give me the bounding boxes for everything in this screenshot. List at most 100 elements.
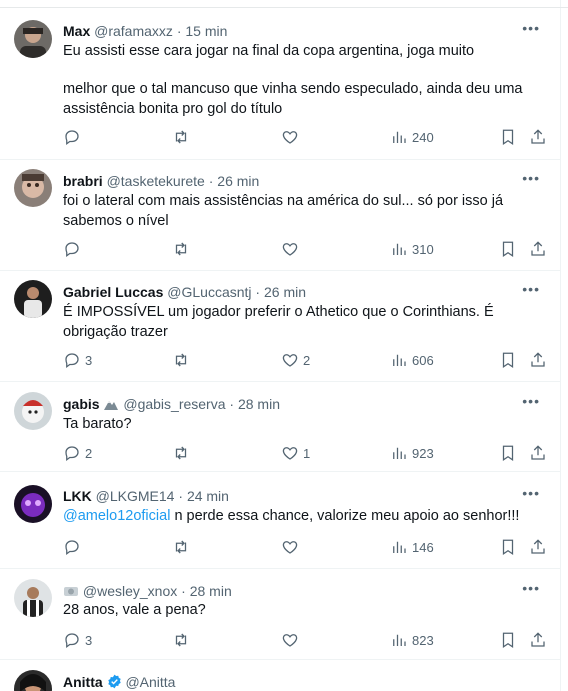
tweet[interactable]: gabis @gabis_reserva · 28 min ••• Ta bar… <box>0 382 560 472</box>
user-handle[interactable]: @GLuccasntj <box>167 284 251 300</box>
reply-button[interactable]: 2 <box>63 443 92 463</box>
display-name[interactable]: Max <box>63 23 90 39</box>
display-name[interactable]: LKK <box>63 488 92 504</box>
tweet-text: Ta barato? <box>63 414 533 434</box>
tweet-header: gabis @gabis_reserva · 28 min <box>63 395 280 413</box>
views-button[interactable]: 606 <box>390 350 434 370</box>
reply-button[interactable] <box>63 537 85 557</box>
bookmark-button[interactable] <box>499 630 517 650</box>
timestamp[interactable]: 24 min <box>187 488 229 504</box>
bookmark-icon <box>502 129 514 145</box>
separator-dot: · <box>229 396 235 412</box>
verified-badge-icon <box>107 674 121 689</box>
tweet[interactable]: Max @rafamaxxz · 15 min ••• Eu assisti e… <box>0 8 560 160</box>
views-button[interactable]: 146 <box>390 537 434 557</box>
tweet[interactable]: Anitta @Anitta <box>0 660 560 691</box>
bookmark-button[interactable] <box>499 350 517 370</box>
tweet[interactable]: Gabriel Luccas @GLuccasntj · 26 min ••• … <box>0 271 560 382</box>
avatar[interactable] <box>14 485 52 523</box>
mention-link[interactable]: @amelo12oficial <box>63 508 170 524</box>
share-button[interactable] <box>529 127 547 147</box>
retweet-button[interactable] <box>172 443 194 463</box>
tweet-paragraph: É IMPOSSÍVEL um jogador preferir o Athet… <box>63 304 494 340</box>
share-button[interactable] <box>529 239 547 259</box>
share-button[interactable] <box>529 630 547 650</box>
display-name[interactable]: Anitta <box>63 674 103 690</box>
bookmark-icon <box>502 352 514 368</box>
heart-icon <box>282 541 298 554</box>
views-count: 146 <box>412 539 434 555</box>
more-options-button[interactable]: ••• <box>522 393 540 409</box>
like-button[interactable] <box>281 127 303 147</box>
bookmark-button[interactable] <box>499 537 517 557</box>
views-button[interactable]: 310 <box>390 239 434 259</box>
views-button[interactable]: 823 <box>390 630 434 650</box>
separator-dot: · <box>181 583 186 599</box>
timestamp[interactable]: 28 min <box>238 396 280 412</box>
display-name[interactable]: gabis <box>63 396 100 412</box>
user-handle[interactable]: @rafamaxxz <box>94 23 173 39</box>
like-button[interactable] <box>281 537 303 557</box>
tweet-paragraph: Eu assisti esse cara jogar na final da c… <box>63 43 475 59</box>
more-options-button[interactable]: ••• <box>522 281 540 297</box>
user-handle[interactable]: @Anitta <box>125 674 175 690</box>
bookmark-icon <box>502 241 514 257</box>
tweet[interactable]: LKK @LKGME14 · 24 min ••• @amelo12oficia… <box>0 472 560 569</box>
share-icon <box>531 352 545 367</box>
heart-icon <box>282 447 298 460</box>
tweet-paragraph: foi o lateral com mais assistências na a… <box>63 193 504 229</box>
share-button[interactable] <box>529 350 547 370</box>
tweet-actions: 310 <box>63 239 547 259</box>
tweet-text: @amelo12oficial n perde essa chance, val… <box>63 506 533 526</box>
user-handle[interactable]: @LKGME14 <box>96 488 175 504</box>
views-button[interactable]: 923 <box>390 443 434 463</box>
bookmark-button[interactable] <box>499 239 517 259</box>
display-name[interactable]: brabri <box>63 173 103 189</box>
reply-button[interactable] <box>63 239 85 259</box>
views-icon <box>393 541 406 553</box>
avatar[interactable] <box>14 169 52 207</box>
more-options-button[interactable]: ••• <box>522 580 540 596</box>
display-name[interactable]: Gabriel Luccas <box>63 284 163 300</box>
user-handle[interactable]: @tasketekurete <box>107 173 205 189</box>
reply-button[interactable] <box>63 127 85 147</box>
more-options-button[interactable]: ••• <box>522 170 540 186</box>
reply-button[interactable]: 3 <box>63 350 92 370</box>
retweet-button[interactable] <box>172 350 194 370</box>
retweet-button[interactable] <box>172 630 194 650</box>
like-button[interactable]: 1 <box>281 443 310 463</box>
retweet-button[interactable] <box>172 127 194 147</box>
avatar[interactable] <box>14 670 52 691</box>
timestamp[interactable]: 26 min <box>217 173 259 189</box>
views-count: 923 <box>412 445 434 461</box>
user-handle[interactable]: @gabis_reserva <box>123 396 225 412</box>
bookmark-button[interactable] <box>499 127 517 147</box>
like-button[interactable]: 2 <box>281 350 310 370</box>
reply-icon <box>65 446 79 462</box>
views-icon <box>393 634 406 646</box>
more-options-button[interactable]: ••• <box>522 20 540 36</box>
like-button[interactable] <box>281 630 303 650</box>
share-button[interactable] <box>529 443 547 463</box>
views-button[interactable]: 240 <box>390 127 434 147</box>
bookmark-button[interactable] <box>499 443 517 463</box>
like-button[interactable] <box>281 239 303 259</box>
reply-icon <box>65 242 79 258</box>
avatar[interactable] <box>14 280 52 318</box>
tweet[interactable]: @wesley_xnox · 28 min ••• 28 anos, vale … <box>0 569 560 660</box>
avatar[interactable] <box>14 392 52 430</box>
tweet[interactable]: brabri @tasketekurete · 26 min ••• foi o… <box>0 160 560 271</box>
share-button[interactable] <box>529 537 547 557</box>
avatar[interactable] <box>14 579 52 617</box>
reply-button[interactable]: 3 <box>63 630 92 650</box>
retweet-button[interactable] <box>172 239 194 259</box>
retweet-button[interactable] <box>172 537 194 557</box>
tweet-text-run: n perde essa chance, valorize meu apoio … <box>170 508 520 524</box>
avatar[interactable] <box>14 20 52 58</box>
tweet-text: foi o lateral com mais assistências na a… <box>63 191 533 231</box>
more-options-button[interactable]: ••• <box>522 485 540 501</box>
timestamp[interactable]: 26 min <box>264 284 306 300</box>
timestamp[interactable]: 15 min <box>185 23 227 39</box>
timestamp[interactable]: 28 min <box>190 583 232 599</box>
user-handle[interactable]: @wesley_xnox <box>83 583 177 599</box>
